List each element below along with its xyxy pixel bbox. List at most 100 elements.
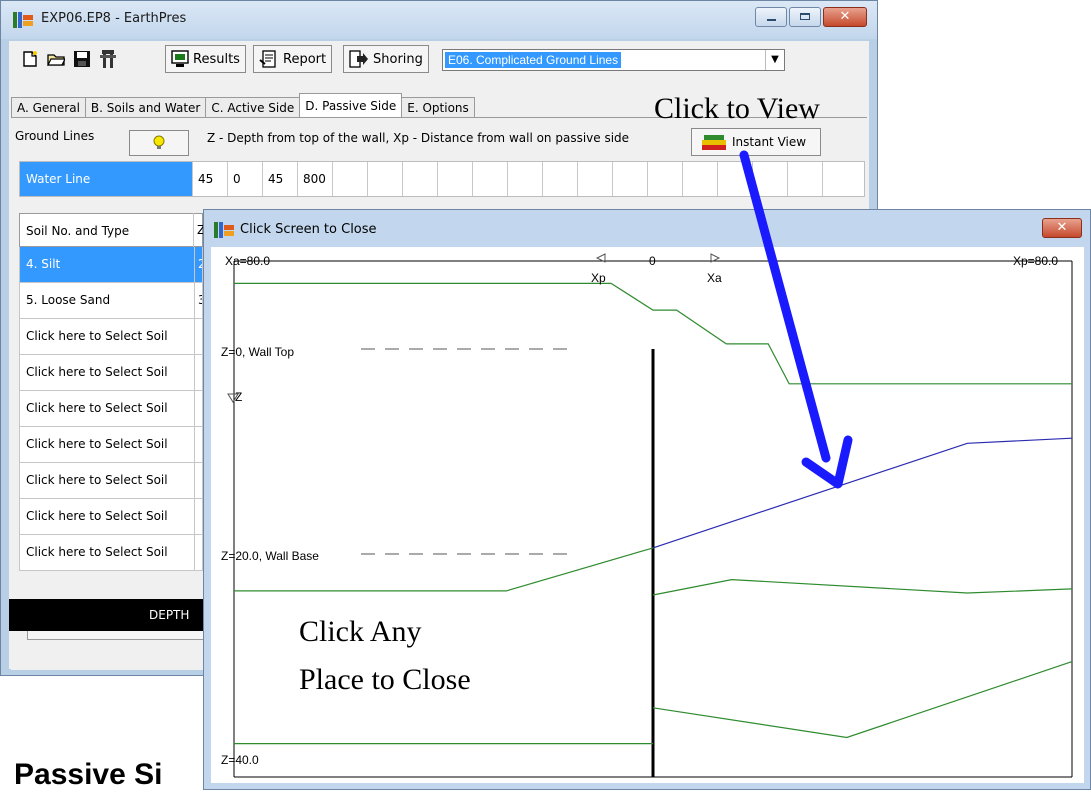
tab-general[interactable]: A. General <box>11 97 86 118</box>
z40-label: Z=40.0 <box>221 753 259 767</box>
ground-profile-canvas[interactable]: Xa=80.0 Xp=80.0 0 Xp Xa Z Z=0, Wall Top … <box>211 247 1084 783</box>
instant-view-icon <box>702 135 726 150</box>
ground-line-2 <box>652 437 1073 549</box>
main-titlebar[interactable]: EXP06.EP8 - EarthPres ✕ <box>1 1 877 39</box>
water-line-cell[interactable] <box>402 162 437 196</box>
soil-table-header-label: Soil No. and Type <box>26 224 130 238</box>
water-line-cell[interactable]: 0 <box>227 162 262 196</box>
soil-row[interactable]: Click here to Select Soil <box>19 535 203 571</box>
print-button[interactable] <box>95 45 121 73</box>
soil-table: Soil No. and Type Z 4. Silt 2 5. Loose Sa… <box>19 213 205 571</box>
soil-row[interactable]: Click here to Select Soil <box>19 391 203 427</box>
tab-passive-side[interactable]: D. Passive Side <box>299 93 403 118</box>
maximize-button[interactable] <box>789 7 821 27</box>
status-text: DEPTH <box>149 608 190 622</box>
click-to-view-caption: Click to View <box>654 92 820 125</box>
soil-row-depth <box>194 463 202 498</box>
popup-title: Click Screen to Close <box>240 222 377 237</box>
water-line-cell[interactable] <box>472 162 507 196</box>
xp-arrow-label: Xp <box>591 271 606 285</box>
ground-profile-drawing: Xa=80.0 Xp=80.0 0 Xp Xa Z Z=0, Wall Top … <box>221 253 1073 778</box>
instant-view-popup[interactable]: Click Screen to Close ✕ Xa=80.0 Xp=80.0 … <box>203 209 1091 790</box>
close-button[interactable]: ✕ <box>823 7 867 27</box>
water-line-cell[interactable]: 45 <box>262 162 297 196</box>
water-line-cell[interactable] <box>542 162 577 196</box>
tab-options[interactable]: E. Options <box>401 97 475 118</box>
water-line-cell[interactable] <box>367 162 402 196</box>
water-line-cell[interactable] <box>332 162 367 196</box>
earthpres-app-icon <box>214 222 234 238</box>
popup-close-button[interactable]: ✕ <box>1042 218 1082 238</box>
chevron-down-icon[interactable]: ▼ <box>765 50 784 70</box>
water-line-cell[interactable] <box>437 162 472 196</box>
soil-table-header: Soil No. and Type Z <box>19 213 205 571</box>
water-line-cell[interactable] <box>647 162 682 196</box>
xp-limit-label: Xp=80.0 <box>1013 254 1058 268</box>
soil-row-depth: 2 <box>194 247 202 282</box>
water-line-cell[interactable] <box>717 162 752 196</box>
water-line-cell[interactable] <box>577 162 612 196</box>
soil-row-depth: 3 <box>194 283 202 318</box>
profile-frame <box>227 253 1073 778</box>
monitor-icon <box>171 50 189 67</box>
zero-label: 0 <box>649 254 656 268</box>
soil-row-label: Click here to Select Soil <box>26 437 168 451</box>
soil-row-label: Click here to Select Soil <box>26 473 168 487</box>
ground-line-4 <box>652 578 1073 596</box>
soil-row[interactable]: 5. Loose Sand 3 <box>19 283 203 319</box>
soil-row-depth <box>194 319 202 354</box>
water-line-label[interactable]: Water Line <box>20 162 192 196</box>
water-line-cell[interactable] <box>507 162 542 196</box>
water-line-cell[interactable] <box>612 162 647 196</box>
soil-row[interactable]: Click here to Select Soil <box>19 427 203 463</box>
soil-row-label: Click here to Select Soil <box>26 329 168 343</box>
water-line-cell[interactable] <box>752 162 787 196</box>
new-file-icon <box>23 51 37 67</box>
ground-lines-description: Z - Depth from top of the wall, Xp - Dis… <box>207 131 630 145</box>
soil-row[interactable]: Click here to Select Soil <box>19 355 203 391</box>
ground-line-5 <box>652 661 1073 739</box>
report-button[interactable]: Report <box>253 45 333 73</box>
new-file-button[interactable] <box>17 45 43 73</box>
open-file-button[interactable] <box>43 45 69 73</box>
wall-top-label: Z=0, Wall Top <box>221 345 294 359</box>
water-line-row: Water Line 45 0 45 800 <box>19 161 865 197</box>
soil-row[interactable]: Click here to Select Soil <box>19 463 203 499</box>
water-line-cell[interactable] <box>682 162 717 196</box>
shoring-button[interactable]: Shoring <box>343 45 429 73</box>
soil-row[interactable]: Click here to Select Soil <box>19 499 203 535</box>
minimize-icon <box>767 19 776 21</box>
main-window-title: EXP06.EP8 - EarthPres <box>41 11 187 26</box>
soil-row-depth <box>194 427 202 462</box>
soil-row-depth <box>194 391 202 426</box>
z-axis-label: Z <box>235 390 242 404</box>
example-select[interactable]: E06. Complicated Ground Lines ▼ <box>442 49 785 71</box>
xa-arrow-label: Xa <box>707 271 722 285</box>
popup-titlebar[interactable]: Click Screen to Close ✕ <box>204 210 1090 247</box>
water-line-cell[interactable] <box>822 162 846 196</box>
tab-soils-and-water[interactable]: B. Soils and Water <box>84 97 207 118</box>
soil-row[interactable]: Click here to Select Soil <box>19 319 203 355</box>
toolbar: Results Report Shoring E06. Complicated … <box>9 41 869 77</box>
water-line-cell[interactable]: 800 <box>297 162 332 196</box>
soil-row-label: Click here to Select Soil <box>26 365 168 379</box>
save-button[interactable] <box>69 45 95 73</box>
close-icon: ✕ <box>839 9 851 24</box>
soil-row-label: Click here to Select Soil <box>26 509 168 523</box>
click-any-caption-line1: Click Any <box>299 615 422 648</box>
maximize-icon <box>800 13 810 20</box>
soil-row-selected[interactable]: 4. Silt 2 <box>19 247 203 283</box>
wall-base-label: Z=20.0, Wall Base <box>221 549 319 563</box>
soil-row-label: Click here to Select Soil <box>26 401 168 415</box>
instant-view-button[interactable]: Instant View <box>691 128 821 156</box>
report-icon <box>259 50 276 68</box>
water-line-cell[interactable]: 45 <box>192 162 227 196</box>
tab-active-side[interactable]: C. Active Side <box>205 97 301 118</box>
soil-row-label: 4. Silt <box>26 257 61 271</box>
results-button[interactable]: Results <box>165 45 246 73</box>
water-line-cell[interactable] <box>787 162 822 196</box>
soil-row-depth <box>194 535 202 570</box>
xa-limit-label: Xa=80.0 <box>225 254 270 268</box>
hint-bulb-button[interactable] <box>129 130 189 156</box>
minimize-button[interactable] <box>755 7 787 27</box>
